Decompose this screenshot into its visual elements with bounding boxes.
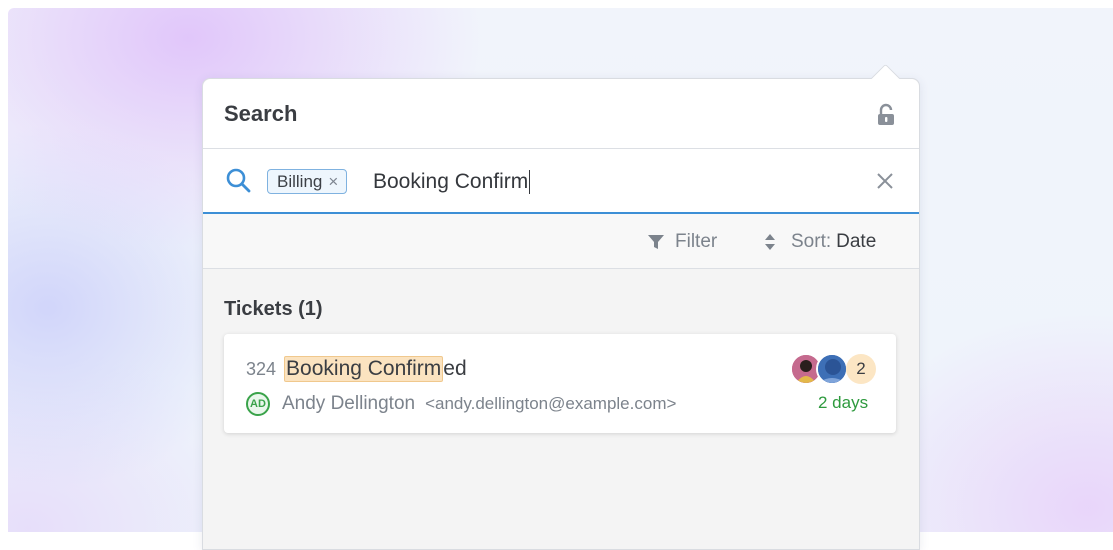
ticket-title-line: 324 Booking Confirm ed [246,356,467,382]
ticket-title-match: Booking Confirm [284,356,444,382]
requester-avatar: AD [246,392,270,416]
ticket-number: 324 [246,359,277,379]
search-bar[interactable]: Billing × Booking Confirm [203,149,919,214]
search-input[interactable]: Booking Confirm [373,170,531,194]
lock-open-icon[interactable] [875,103,897,127]
filter-chip-billing[interactable]: Billing × [267,169,348,194]
panel-header: Search [203,79,919,149]
ticket-card[interactable]: 324 Booking Confirm ed AD Andy Dellington… [224,334,896,433]
close-icon[interactable] [875,171,895,191]
chip-remove-icon[interactable]: × [328,172,338,192]
sort-icon [765,234,775,250]
search-query-text: Booking Confirm [373,170,529,193]
text-cursor [529,170,531,194]
agent-avatar [816,353,848,385]
sort-label: Sort: [791,231,832,252]
section-title-tickets: Tickets (1) [224,298,323,320]
requester-name: Andy Dellington [282,393,416,414]
results-toolbar: Filter Sort: Date [203,214,919,269]
sort-button[interactable]: Sort: Date [763,231,876,253]
filter-label: Filter [675,231,718,252]
ticket-requester: AD Andy Dellington <andy.dellington@exam… [246,392,676,416]
filter-button[interactable]: Filter [647,231,717,253]
search-panel: Search Billing × Booking Confirm Filter … [202,78,920,550]
panel-title: Search [224,101,298,126]
sort-value: Date [836,231,877,252]
requester-email: <andy.dellington@example.com> [425,394,677,413]
agent-avatars: 2 [790,353,880,385]
filter-icon [648,235,664,249]
agent-count-badge: 2 [846,354,876,384]
ticket-title-rest: ed [443,357,467,380]
search-icon [226,168,251,193]
chip-label: Billing [277,171,323,191]
ticket-age: 2 days [818,393,869,412]
